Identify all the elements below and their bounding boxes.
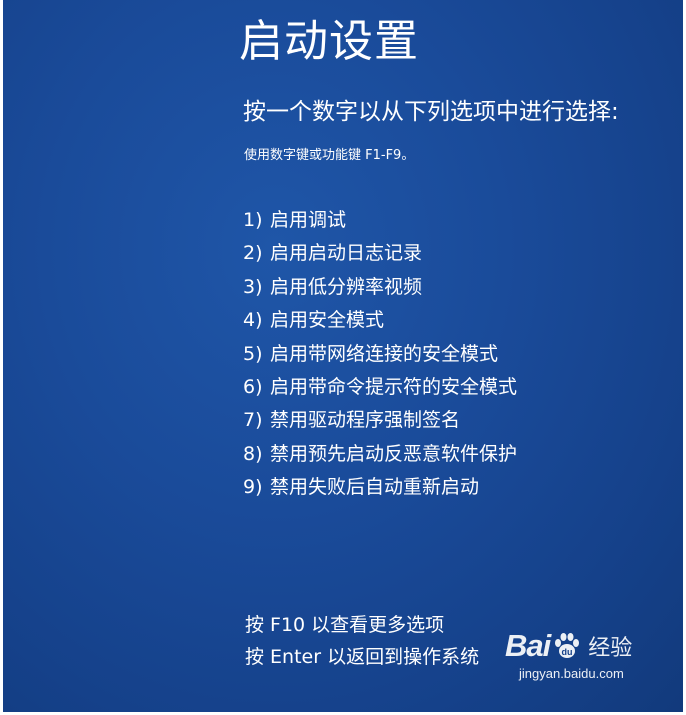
option-label: 启用带命令提示符的安全模式	[270, 376, 518, 399]
option-number: 3)	[243, 275, 263, 298]
return-os-hint[interactable]: 按 Enter 以返回到操作系统	[245, 641, 479, 673]
option-label: 启用安全模式	[270, 309, 385, 332]
option-disable-auto-restart[interactable]: 9) 禁用失败后自动重新启动	[243, 471, 517, 504]
baidu-jingyan-watermark: Bai du 经验 jingyan.baidu.com	[505, 628, 675, 700]
option-number: 9)	[243, 476, 263, 499]
option-debugging[interactable]: 1) 启用调试	[243, 204, 517, 237]
option-safe-mode-networking[interactable]: 5) 启用带网络连接的安全模式	[243, 338, 517, 371]
option-safe-mode-command-prompt[interactable]: 6) 启用带命令提示符的安全模式	[243, 371, 517, 404]
options-list: 1) 启用调试 2) 启用启动日志记录 3) 启用低分辨率视频 4) 启用安全模式 5)…	[243, 204, 517, 505]
option-number: 8)	[243, 442, 263, 465]
baidu-paw-icon: du	[555, 633, 580, 658]
option-boot-logging[interactable]: 2) 启用启动日志记录	[243, 237, 517, 270]
option-label: 启用调试	[270, 209, 347, 231]
option-number: 2)	[243, 242, 263, 265]
watermark-brand-left: Bai	[505, 628, 551, 663]
option-number: 7)	[243, 409, 263, 432]
option-label: 禁用驱动程序强制签名	[270, 409, 461, 432]
option-label: 启用低分辨率视频	[270, 275, 423, 298]
startup-settings-screen: 启动设置 按一个数字以从下列选项中进行选择: 使用数字键或功能键 F1-F9。 …	[3, 0, 683, 712]
option-label: 禁用失败后自动重新启动	[270, 476, 480, 499]
watermark-logo: Bai du 经验	[505, 628, 675, 664]
page-title: 启动设置	[239, 16, 419, 67]
option-number: 5)	[243, 342, 263, 365]
option-label: 启用启动日志记录	[270, 242, 423, 265]
option-label: 禁用预先启动反恶意软件保护	[270, 442, 518, 465]
footer-instructions: 按 F10 以查看更多选项 按 Enter 以返回到操作系统	[245, 609, 479, 673]
option-number: 4)	[243, 309, 263, 332]
more-options-hint[interactable]: 按 F10 以查看更多选项	[245, 609, 479, 641]
option-number: 1)	[243, 209, 263, 231]
option-number: 6)	[243, 376, 263, 399]
option-disable-driver-signature[interactable]: 7) 禁用驱动程序强制签名	[243, 404, 517, 437]
selection-prompt: 按一个数字以从下列选项中进行选择:	[243, 99, 619, 125]
option-disable-early-antimalware[interactable]: 8) 禁用预先启动反恶意软件保护	[243, 438, 517, 471]
svg-text:du: du	[562, 647, 573, 657]
watermark-url: jingyan.baidu.com	[519, 666, 624, 681]
option-safe-mode[interactable]: 4) 启用安全模式	[243, 304, 517, 337]
option-low-resolution-video[interactable]: 3) 启用低分辨率视频	[243, 271, 517, 304]
watermark-brand-suffix: 经验	[588, 636, 633, 661]
option-label: 启用带网络连接的安全模式	[270, 342, 499, 365]
key-hint: 使用数字键或功能键 F1-F9。	[244, 148, 415, 163]
